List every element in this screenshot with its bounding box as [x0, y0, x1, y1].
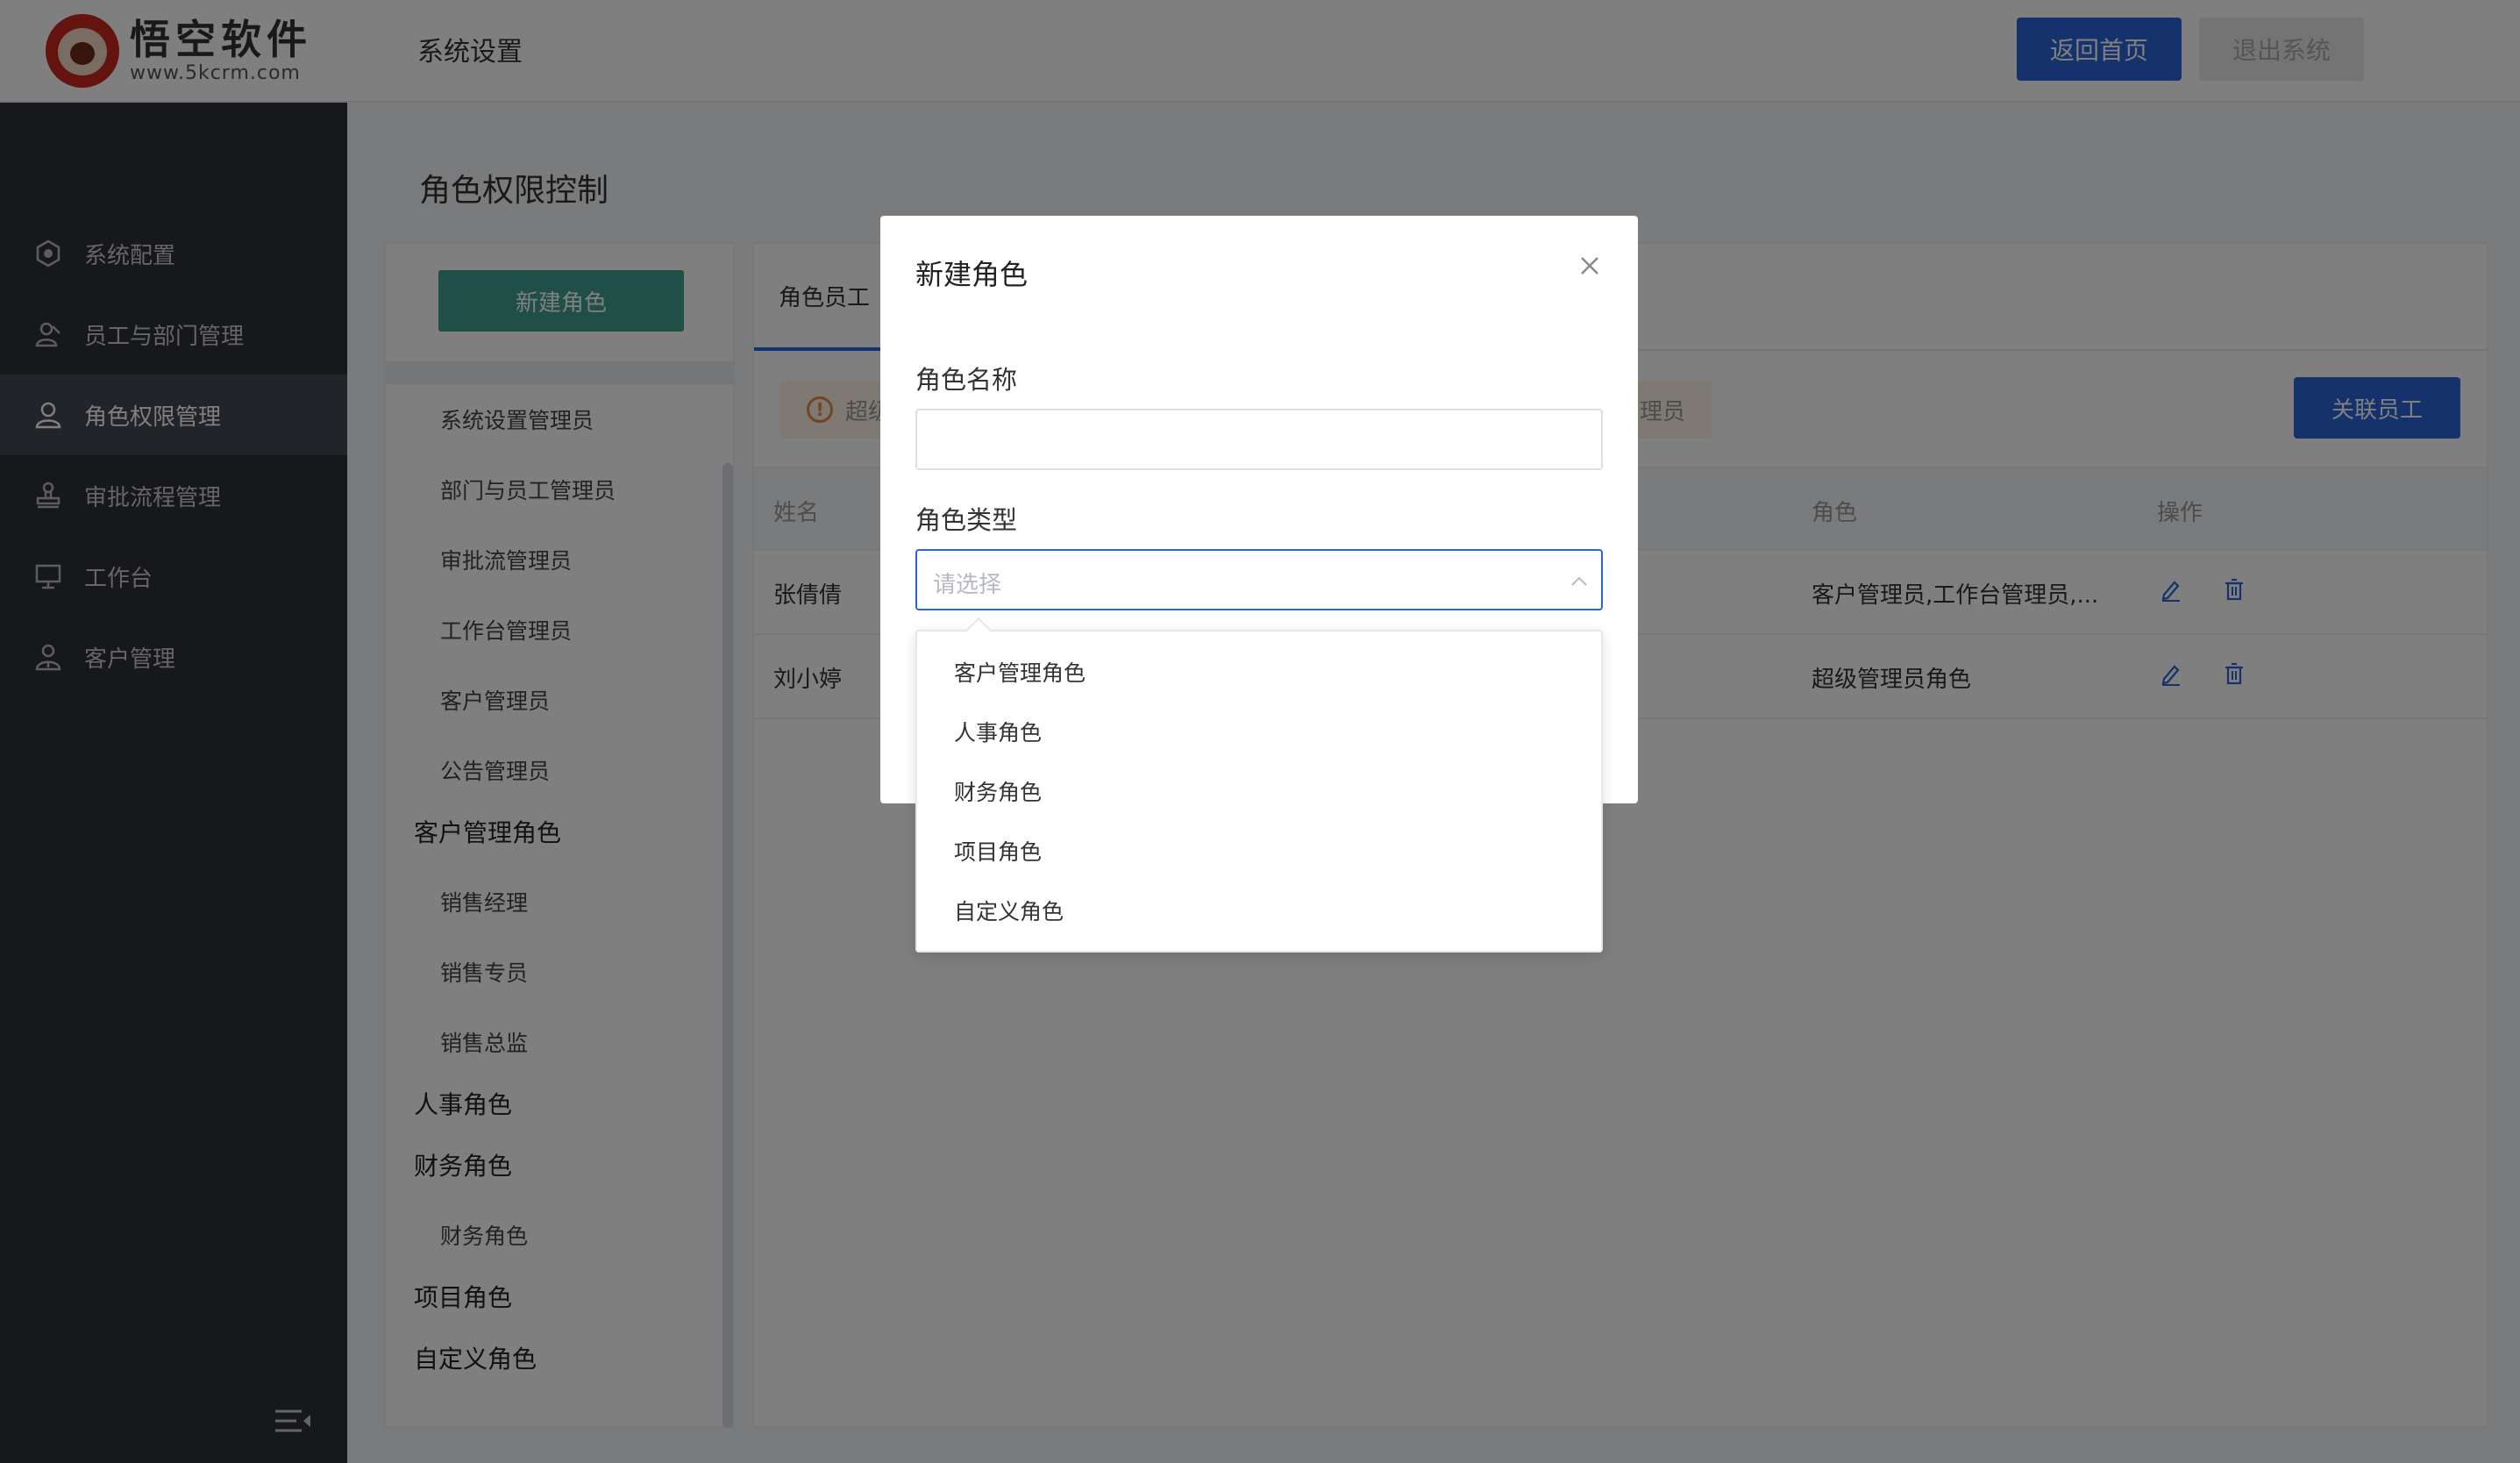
dropdown-option[interactable]: 财务角色 — [917, 761, 1601, 821]
role-type-label: 角色类型 — [915, 505, 1018, 535]
dialog-title: 新建角色 — [915, 258, 1029, 291]
select-placeholder: 请选择 — [933, 572, 1002, 598]
close-icon[interactable] — [1577, 253, 1603, 279]
dropdown-option[interactable]: 客户管理角色 — [917, 642, 1601, 702]
role-name-input[interactable] — [915, 409, 1603, 470]
dropdown-option[interactable]: 自定义角色 — [917, 881, 1601, 940]
role-type-dropdown: 客户管理角色 人事角色 财务角色 项目角色 自定义角色 — [915, 617, 1603, 953]
chevron-up-icon — [1570, 572, 1589, 591]
role-type-select[interactable]: 请选择 — [915, 549, 1603, 610]
dropdown-option[interactable]: 人事角色 — [917, 702, 1601, 761]
role-name-label: 角色名称 — [915, 365, 1018, 395]
dropdown-option[interactable]: 项目角色 — [917, 821, 1601, 881]
